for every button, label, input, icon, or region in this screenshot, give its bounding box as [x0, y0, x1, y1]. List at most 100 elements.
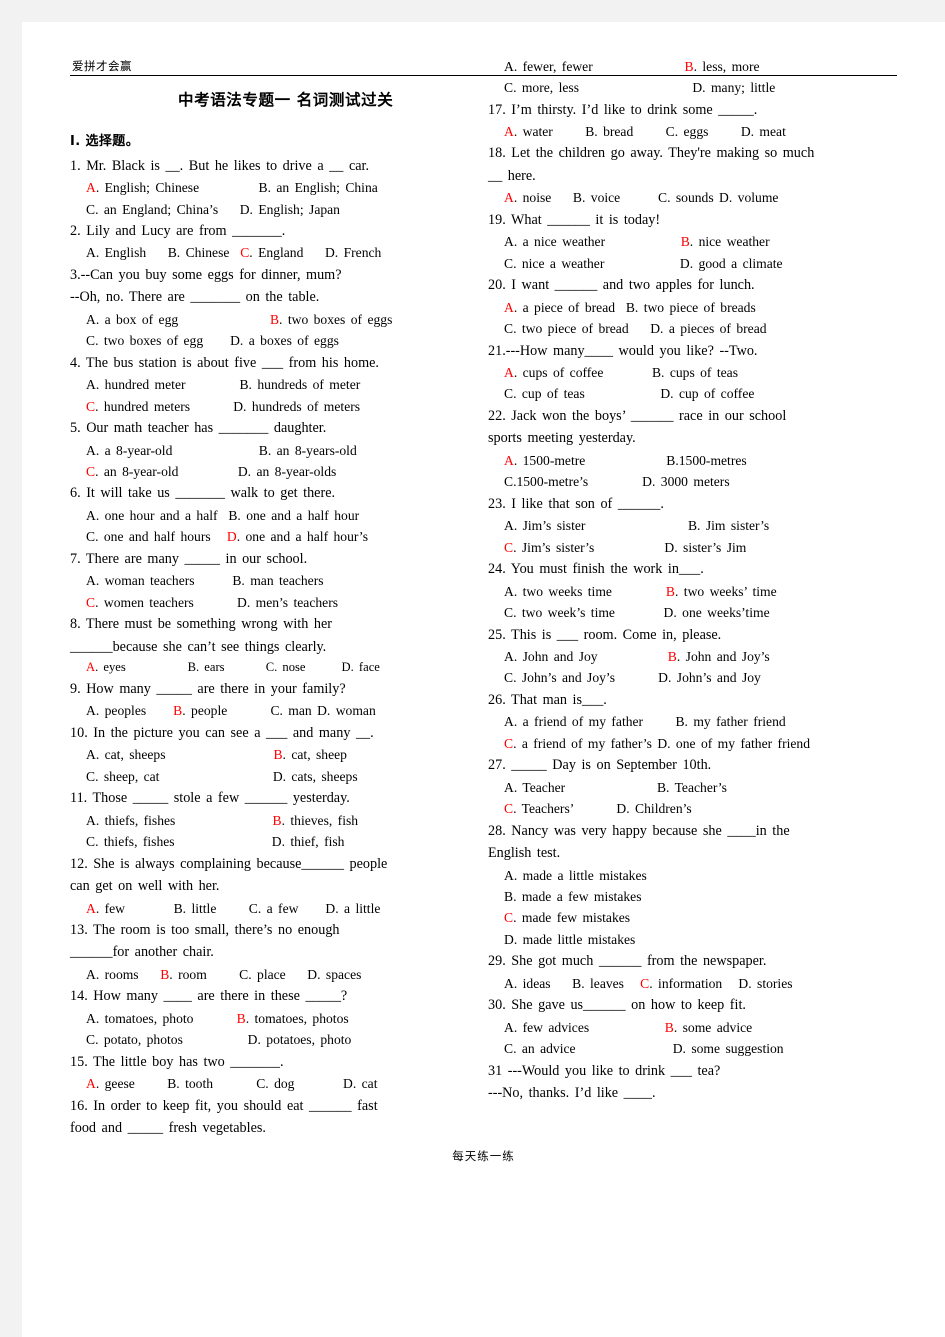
option-line: A. geese B. tooth C. dog D. cat [70, 1073, 468, 1094]
answer-key-letter: B [684, 58, 694, 74]
option-line: C. nice a weather D. good a climate [488, 253, 886, 274]
option-text: C. two week’s time D. one weeks’time [504, 605, 770, 621]
option-line: C. potato, photos D. potatoes, photo [70, 1029, 468, 1050]
option-line: A. Jim’s sister B. Jim sister’s [488, 515, 886, 536]
option-line: B. made a few mistakes [488, 886, 886, 907]
answer-key-letter: C [240, 245, 250, 261]
option-line: A. rooms B. room C. place D. spaces [70, 964, 468, 985]
option-text: C. potato, photos D. potatoes, photo [86, 1032, 352, 1048]
question-stem: 11. Those _____ stole a few ______ yeste… [70, 790, 350, 807]
question-stem: 26. That man is___. [488, 691, 607, 708]
page-footer: 每天练一练 [452, 1149, 515, 1163]
question-stem-continuation: __ here. [488, 167, 536, 184]
question-block: 25. This is ___ room. Come in, please. A.… [488, 624, 886, 689]
question-stem: 28. Nancy was very happy because she ___… [488, 822, 790, 839]
question-stem-continuation: can get on well with her. [70, 878, 220, 895]
question-block: 13. The room is too small, there’s no en… [70, 919, 468, 985]
option-text: C. an advice D. some suggestion [504, 1041, 784, 1057]
question-stem: 30. She gave us______ on how to keep fit… [488, 997, 746, 1014]
option-line: C. one and half hours D. one and a half … [70, 526, 468, 547]
option-line: A. cups of coffee B. cups of teas [488, 362, 886, 383]
option-text: . English; Chinese B. an English; China [95, 180, 378, 196]
question-block: 2. Lily and Lucy are from _______. A. Eng… [70, 220, 468, 264]
question-block: 20. I want ______ and two apples for lun… [488, 274, 886, 339]
option-line: C. Jim’s sister’s D. sister’s Jim [488, 537, 886, 558]
option-text: . made few mistakes [513, 910, 631, 926]
question-stem-continuation: ______for another chair. [70, 944, 214, 961]
option-line: A. eyes B. ears C. nose D. face [70, 658, 468, 678]
option-line: A. John and Joy B. John and Joy’s [488, 646, 886, 667]
option-text: . some advice [673, 1019, 753, 1035]
question-stem: 8. There must be something wrong with he… [70, 616, 332, 633]
answer-key-letter: A [86, 1076, 96, 1092]
question-block: 3.--Can you buy some eggs for dinner, mu… [70, 264, 468, 352]
option-line: A. tomatoes, photo B. tomatoes, photos [70, 1008, 468, 1029]
answer-key-letter: B [667, 648, 677, 664]
option-text: C.1500-metre’s D. 3000 meters [504, 474, 730, 490]
answer-key-letter: D [226, 529, 237, 545]
question-stem: 23. I like that son of ______. [488, 495, 664, 512]
option-line: A. woman teachers B. man teachers [70, 570, 468, 591]
option-line: C. an England; China’s D. English; Japan [70, 199, 468, 220]
question-stem: 17. I’m thirsty. I’d like to drink some … [488, 101, 758, 118]
option-text: C. sheep, cat D. cats, sheeps [86, 768, 358, 784]
question-stem: 5. Our math teacher has _______ daughter… [70, 420, 327, 437]
question-stem-continuation: --Oh, no. There are _______ on the table… [70, 289, 320, 306]
document-page: 爱拼才会赢 中考语法专题一 名词测试过关 I. 选择题。 1. Mr. Blac… [22, 22, 945, 1337]
option-line: A. few advices B. some advice [488, 1017, 886, 1038]
answer-key-letter: B [664, 1019, 674, 1035]
option-text: C. more, less D. many; little [504, 80, 776, 96]
answer-key-letter: C [504, 539, 514, 555]
option-text: C. two boxes of egg D. a boxes of eggs [86, 333, 339, 349]
option-line: C. hundred meters D. hundreds of meters [70, 396, 468, 417]
option-text: . noise B. voice C. sounds D. volume [513, 190, 779, 206]
question-block: 29. She got much ______ from the newspap… [488, 950, 886, 994]
option-line: C. a friend of my father’s D. one of my … [488, 733, 886, 754]
option-text: A. a nice weather [504, 234, 681, 250]
answer-key-letter: A [504, 299, 514, 315]
option-text: . cups of coffee B. cups of teas [513, 365, 738, 381]
question-stem: 7. There are many _____ in our school. [70, 550, 308, 567]
option-text: B. made a few mistakes [504, 888, 642, 904]
option-text: . water B. bread C. eggs D. meat [513, 124, 786, 140]
answer-key-letter: C [86, 594, 96, 610]
answer-key-letter: C [640, 975, 650, 991]
answer-key-letter: A [86, 180, 96, 196]
answer-key-letter: B [272, 812, 282, 828]
option-text: . a piece of bread B. two piece of bread… [513, 299, 756, 315]
option-text: C. John’s and Joy’s D. John’s and Joy [504, 670, 761, 686]
answer-key-letter: B [173, 703, 183, 719]
option-text: . women teachers D. men’s teachers [95, 594, 339, 610]
option-text: A. fewer, fewer [504, 58, 685, 74]
question-stem: 12. She is always complaining because___… [70, 855, 388, 872]
option-text: . one and a half hour’s [236, 529, 368, 545]
option-text: A. thiefs, fishes [86, 812, 273, 828]
answer-key-letter: B [160, 966, 170, 982]
question-block: 5. Our math teacher has _______ daughter… [70, 417, 468, 482]
option-line: A. a piece of bread B. two piece of brea… [488, 297, 886, 318]
answer-key-letter: A [86, 900, 96, 916]
option-text: . less, more [693, 58, 760, 74]
question-block: 10. In the picture you can see a ___ and… [70, 722, 468, 787]
answer-key-letter: A [504, 124, 514, 140]
option-text: A. ideas B. leaves [504, 975, 641, 991]
option-line: A. Teacher B. Teacher’s [488, 777, 886, 798]
question-stem: 1. Mr. Black is __. But he likes to driv… [70, 157, 370, 174]
left-column: I. 选择题。 1. Mr. Black is __. But he likes… [70, 114, 468, 1140]
right-question-list: A. fewer, fewer B. less, more C. more, le… [488, 56, 886, 1105]
question-block: 6. It will take us _______ walk to get t… [70, 482, 468, 547]
answer-key-letter: C [504, 910, 514, 926]
option-text: A. two weeks time [504, 583, 666, 599]
option-line: A. noise B. voice C. sounds D. volume [488, 187, 886, 208]
question-stem: 22. Jack won the boys’ ______ race in ou… [488, 407, 787, 424]
question-block: 14. How many ____ are there in these ___… [70, 985, 468, 1050]
option-line: C. more, less D. many; little [488, 77, 886, 98]
option-text: A. few advices [504, 1019, 665, 1035]
option-line: C. Teachers’ D. Children’s [488, 798, 886, 819]
option-text: A. a friend of my father B. my father fr… [504, 714, 786, 730]
option-line: A. water B. bread C. eggs D. meat [488, 121, 886, 142]
question-block: 22. Jack won the boys’ ______ race in ou… [488, 405, 886, 493]
option-text: A. English B. Chinese [86, 245, 241, 261]
option-line: A. ideas B. leaves C. information D. sto… [488, 973, 886, 994]
option-text: A. rooms [86, 966, 161, 982]
